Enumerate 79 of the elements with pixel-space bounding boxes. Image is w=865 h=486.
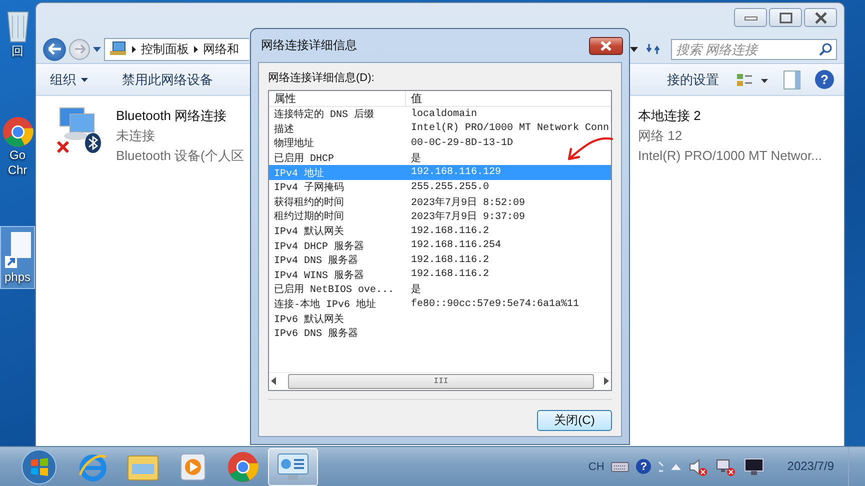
detail-row[interactable]: 连接特定的 DNS 后缀 localdomain bbox=[269, 107, 611, 122]
control-panel-icon bbox=[276, 452, 310, 482]
detail-row[interactable]: IPv6 默认网关 bbox=[269, 311, 611, 326]
network-folder-icon bbox=[109, 41, 127, 57]
connection-status: 网络 12 bbox=[638, 127, 684, 145]
desktop-icon-tile[interactable]: phps bbox=[0, 226, 35, 289]
maximize-button[interactable] bbox=[769, 8, 802, 27]
minimize-icon bbox=[744, 14, 758, 20]
desktop-icon-tile[interactable]: Go Chr bbox=[0, 112, 35, 182]
detail-row[interactable]: 租约过期的时间 2023年7月9日 9:37:09 bbox=[269, 209, 611, 224]
circle-logo-icon bbox=[227, 450, 259, 482]
detail-row[interactable]: IPv4 DNS 服务器 192.168.116.2 bbox=[269, 252, 611, 268]
detail-row[interactable]: IPv4 子网掩码 255.255.255.0 bbox=[269, 180, 611, 195]
start-button[interactable] bbox=[20, 448, 58, 486]
annotation-arrow bbox=[566, 135, 614, 163]
search-field[interactable]: 搜索 网络连接 bbox=[671, 38, 837, 60]
keyboard-icon[interactable] bbox=[611, 462, 630, 472]
windows-orb-icon bbox=[21, 448, 57, 484]
detail-row[interactable]: 获得租约的时间 2023年7月9日 8:52:09 bbox=[269, 194, 611, 210]
back-button[interactable] bbox=[43, 38, 66, 60]
view-options-icon[interactable] bbox=[737, 72, 769, 86]
close-dialog-button[interactable]: 关闭(C) bbox=[537, 410, 612, 431]
refresh-icon[interactable] bbox=[646, 42, 660, 56]
connection-device: Intel(R) PRO/1000 MT Networ... bbox=[638, 147, 822, 165]
column-header[interactable]: 属性 bbox=[269, 91, 406, 106]
breadcrumb-arrow-icon bbox=[194, 46, 198, 52]
maximize-icon bbox=[778, 12, 792, 24]
breadcrumb-arrow-icon bbox=[132, 46, 136, 52]
close-button[interactable] bbox=[589, 36, 623, 54]
search-icon bbox=[819, 42, 832, 56]
dialog-title: 网络连接详细信息 bbox=[261, 37, 357, 54]
connection-status: 未连接 bbox=[116, 127, 156, 145]
detail-row[interactable]: 已启用 DHCP 是 bbox=[269, 150, 611, 166]
toolbar-button[interactable]: 接的设置 bbox=[663, 68, 723, 90]
list-label: 网络连接详细信息(D): bbox=[268, 70, 374, 84]
desktop-icon-label: Chr bbox=[8, 163, 28, 178]
connection-device: Bluetooth 设备(个人区 bbox=[116, 147, 244, 165]
toolbar-button[interactable]: 禁用此网络设备 bbox=[118, 68, 217, 90]
detail-row[interactable]: 物理地址 00-0C-29-8D-13-1D bbox=[269, 136, 611, 151]
desktop-icon-label: 回 bbox=[12, 44, 24, 59]
detail-row[interactable]: IPv4 DHCP 服务器 192.168.116.254 bbox=[269, 238, 611, 253]
help-button[interactable]: ? bbox=[636, 459, 652, 474]
tray-date[interactable]: 2023/7/9 bbox=[787, 458, 834, 472]
back-arrow-icon bbox=[48, 43, 62, 55]
scroll-left-arrow-icon[interactable] bbox=[271, 377, 276, 385]
organize-menu-button[interactable]: 组织 bbox=[46, 68, 92, 90]
history-caret-icon[interactable] bbox=[93, 46, 101, 52]
volume-icon[interactable] bbox=[688, 456, 708, 476]
breadcrumb-item[interactable]: 网络和 bbox=[203, 40, 239, 58]
shortcut-icon bbox=[2, 230, 32, 270]
close-icon bbox=[814, 12, 828, 24]
column-header[interactable]: 值 bbox=[406, 91, 422, 106]
breadcrumb-item[interactable]: 控制面板 bbox=[141, 40, 189, 58]
close-button[interactable] bbox=[804, 8, 837, 27]
detail-row[interactable]: 连接-本地 IPv6 地址 fe80::90cc:57e9:5e74:6a1a%11 bbox=[269, 296, 611, 312]
minimize-button[interactable] bbox=[734, 8, 767, 27]
detail-row[interactable]: IPv4 WINS 服务器 192.168.116.2 bbox=[269, 268, 611, 282]
detail-row[interactable]: 已启用 NetBIOS ove... 是 bbox=[269, 282, 611, 297]
desktop-icon-label: phps bbox=[4, 270, 31, 285]
detail-row[interactable]: IPv6 DNS 服务器 bbox=[269, 326, 611, 340]
connection-name[interactable]: Bluetooth 网络连接 bbox=[116, 106, 244, 126]
circle-logo-icon bbox=[2, 116, 34, 148]
address-bar[interactable]: 控制面板 网络和 bbox=[104, 38, 249, 60]
taskbar-app-button[interactable] bbox=[268, 448, 318, 486]
network-icon[interactable] bbox=[715, 456, 738, 476]
monitor-icon[interactable] bbox=[744, 458, 764, 476]
close-icon bbox=[600, 40, 612, 50]
detail-row[interactable]: IPv4 默认网关 192.168.116.2 bbox=[269, 224, 611, 238]
detail-row[interactable]: 描述 Intel(R) PRO/1000 MT Network Conn bbox=[269, 122, 611, 136]
desktop-icon-tile[interactable]: 回 bbox=[0, 2, 35, 63]
scroll-right-arrow-icon[interactable] bbox=[604, 377, 609, 385]
language-indicator[interactable]: CH bbox=[588, 460, 604, 472]
help-button[interactable]: ? bbox=[815, 70, 834, 89]
desktop-icon-label: Go bbox=[9, 148, 26, 163]
address-dropdown-icon[interactable] bbox=[630, 46, 638, 52]
forward-arrow-icon bbox=[74, 44, 86, 54]
media-player-icon bbox=[178, 450, 208, 482]
caret-icon bbox=[81, 78, 88, 82]
connection-name[interactable]: 本地连接 2 bbox=[638, 106, 822, 126]
